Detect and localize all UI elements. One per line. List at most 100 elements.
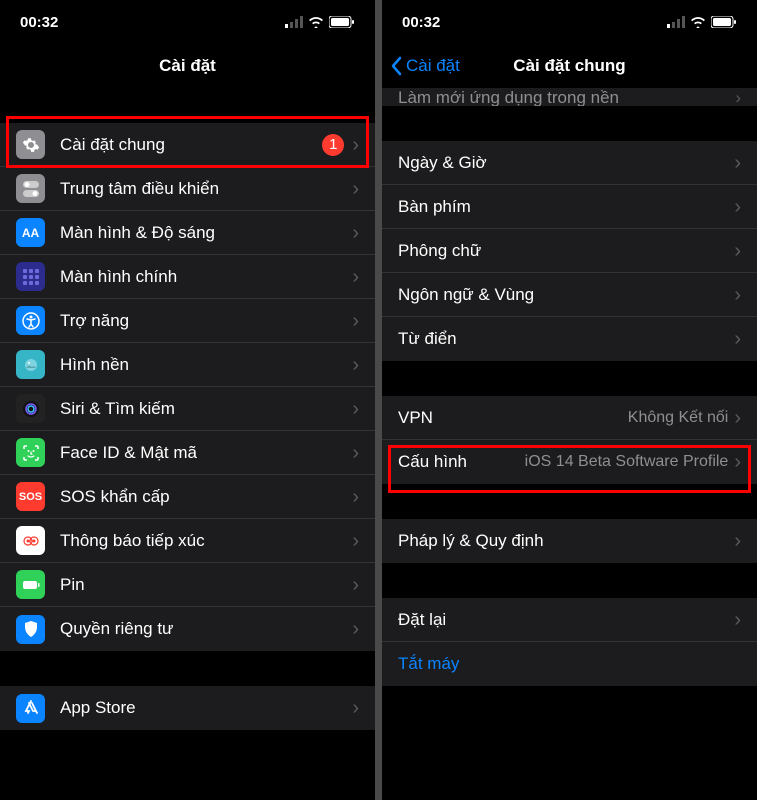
chevron-right-icon: › <box>352 531 359 551</box>
section-reset: Đặt lại› Tắt máy <box>382 598 757 686</box>
row-label: App Store <box>60 698 352 718</box>
row-label: Từ điển <box>398 329 734 349</box>
row-accessibility[interactable]: Trợ năng › <box>0 299 375 343</box>
row-label: Quyền riêng tư <box>60 619 352 639</box>
chevron-right-icon: › <box>352 355 359 375</box>
section-datetime: Ngày & Giờ› Bàn phím› Phông chữ› Ngôn ng… <box>382 141 757 361</box>
row-sos[interactable]: SOS SOS khẩn cấp › <box>0 475 375 519</box>
chevron-left-icon <box>390 56 402 76</box>
row-label: Ngày & Giờ <box>398 153 734 173</box>
row-vpn[interactable]: VPNKhông Kết nối› <box>382 396 757 440</box>
row-siri[interactable]: Siri & Tìm kiếm › <box>0 387 375 431</box>
phone-left-settings: 00:32 Cài đặt Cài đặt chung 1 › Trung tâ… <box>0 0 375 800</box>
battery-icon <box>711 16 737 28</box>
switch-icon <box>16 174 45 203</box>
row-battery[interactable]: Pin › <box>0 563 375 607</box>
row-reset[interactable]: Đặt lại› <box>382 598 757 642</box>
privacy-icon <box>16 615 45 644</box>
row-shutdown[interactable]: Tắt máy <box>382 642 757 686</box>
page-title: Cài đặt <box>159 56 216 76</box>
siri-icon <box>16 394 45 423</box>
phone-right-general: 00:32 Cài đặt Cài đặt chung Làm mới ứng … <box>382 0 757 800</box>
homescreen-icon <box>16 262 45 291</box>
chevron-right-icon: › <box>734 241 741 261</box>
row-wallpaper[interactable]: Hình nền › <box>0 343 375 387</box>
section-legal: Pháp lý & Quy định› <box>382 519 757 563</box>
battery-icon-row <box>16 570 45 599</box>
row-label: Phông chữ <box>398 241 734 261</box>
faceid-icon <box>16 438 45 467</box>
chevron-right-icon: › <box>734 531 741 551</box>
row-label: Màn hình chính <box>60 267 352 287</box>
cellular-icon <box>285 16 303 28</box>
row-label: Cấu hình <box>398 452 525 472</box>
wallpaper-icon <box>16 350 45 379</box>
status-bar: 00:32 <box>0 0 375 44</box>
chevron-right-icon: › <box>734 197 741 217</box>
chevron-right-icon: › <box>352 179 359 199</box>
row-label: Pin <box>60 575 352 595</box>
back-label: Cài đặt <box>406 56 460 76</box>
chevron-right-icon: › <box>735 88 741 106</box>
row-exposure[interactable]: Thông báo tiếp xúc › <box>0 519 375 563</box>
row-label: Trung tâm điều khiển <box>60 179 352 199</box>
row-language[interactable]: Ngôn ngữ & Vùng› <box>382 273 757 317</box>
row-datetime[interactable]: Ngày & Giờ› <box>382 141 757 185</box>
row-label: Siri & Tìm kiếm <box>60 399 352 419</box>
row-background-refresh-partial[interactable]: Làm mới ứng dụng trong nền › <box>382 88 757 106</box>
row-label: Cài đặt chung <box>60 135 322 155</box>
battery-icon <box>329 16 355 28</box>
row-appstore[interactable]: App Store › <box>0 686 375 730</box>
chevron-right-icon: › <box>352 135 359 155</box>
row-label: VPN <box>398 408 628 428</box>
row-profile[interactable]: Cấu hìnhiOS 14 Beta Software Profile › <box>382 440 757 484</box>
row-homescreen[interactable]: Màn hình chính › <box>0 255 375 299</box>
row-label: SOS khẩn cấp <box>60 487 352 507</box>
sos-icon: SOS <box>16 482 45 511</box>
settings-list[interactable]: Cài đặt chung 1 › Trung tâm điều khiển ›… <box>0 88 375 730</box>
exposure-icon <box>16 526 45 555</box>
row-label: Màn hình & Độ sáng <box>60 223 352 243</box>
row-label: Tắt máy <box>398 654 741 674</box>
row-display[interactable]: AA Màn hình & Độ sáng › <box>0 211 375 255</box>
chevron-right-icon: › <box>352 575 359 595</box>
chevron-right-icon: › <box>734 408 741 428</box>
row-privacy[interactable]: Quyền riêng tư › <box>0 607 375 651</box>
row-label: Làm mới ứng dụng trong nền <box>398 88 619 106</box>
nav-bar: Cài đặt <box>0 44 375 88</box>
row-fonts[interactable]: Phông chữ› <box>382 229 757 273</box>
row-label: Trợ năng <box>60 311 352 331</box>
display-icon: AA <box>16 218 45 247</box>
general-list[interactable]: Làm mới ứng dụng trong nền › Ngày & Giờ›… <box>382 88 757 686</box>
chevron-right-icon: › <box>734 610 741 630</box>
accessibility-icon <box>16 306 45 335</box>
chevron-right-icon: › <box>352 443 359 463</box>
row-control-center[interactable]: Trung tâm điều khiển › <box>0 167 375 211</box>
row-label: Thông báo tiếp xúc <box>60 531 352 551</box>
row-faceid[interactable]: Face ID & Mật mã › <box>0 431 375 475</box>
chevron-right-icon: › <box>352 698 359 718</box>
notification-badge: 1 <box>322 134 344 156</box>
settings-section-2: App Store › <box>0 686 375 730</box>
chevron-right-icon: › <box>734 153 741 173</box>
chevron-right-icon: › <box>734 452 741 472</box>
row-label: Face ID & Mật mã <box>60 443 352 463</box>
row-general[interactable]: Cài đặt chung 1 › <box>0 123 375 167</box>
settings-section-1: Cài đặt chung 1 › Trung tâm điều khiển ›… <box>0 123 375 651</box>
status-time: 00:32 <box>20 14 58 31</box>
back-button[interactable]: Cài đặt <box>390 56 460 76</box>
row-detail: iOS 14 Beta Software Profile <box>525 453 729 471</box>
row-dictionary[interactable]: Từ điển› <box>382 317 757 361</box>
gear-icon <box>16 130 45 159</box>
chevron-right-icon: › <box>352 619 359 639</box>
row-label: Bàn phím <box>398 197 734 217</box>
row-label: Ngôn ngữ & Vùng <box>398 285 734 305</box>
chevron-right-icon: › <box>734 329 741 349</box>
row-keyboard[interactable]: Bàn phím› <box>382 185 757 229</box>
row-label: Đặt lại <box>398 610 734 630</box>
row-label: Pháp lý & Quy định <box>398 531 734 551</box>
row-legal[interactable]: Pháp lý & Quy định› <box>382 519 757 563</box>
appstore-icon <box>16 694 45 723</box>
status-indicators <box>667 16 737 28</box>
chevron-right-icon: › <box>352 487 359 507</box>
